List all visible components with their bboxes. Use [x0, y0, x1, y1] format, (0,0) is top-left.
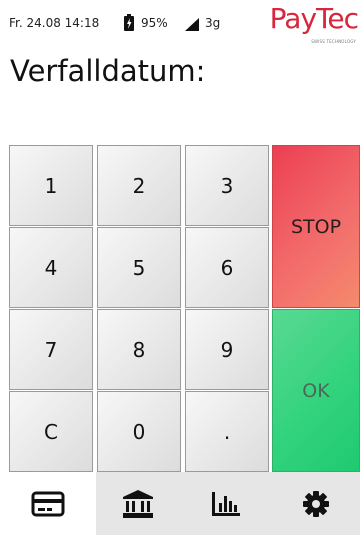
key-0[interactable]: 0 — [97, 391, 181, 472]
key-2[interactable]: 2 — [97, 145, 181, 226]
stop-button[interactable]: STOP — [272, 145, 360, 308]
logo-tagline: SWISS TECHNOLOGY — [311, 39, 356, 44]
key-3[interactable]: 3 — [185, 145, 269, 226]
key-6[interactable]: 6 — [185, 227, 269, 308]
tab-settings[interactable] — [272, 472, 360, 535]
key-8[interactable]: 8 — [97, 309, 181, 390]
page-title: Verfalldatum: — [10, 54, 206, 88]
battery-charging-icon — [124, 14, 134, 31]
key-9[interactable]: 9 — [185, 309, 269, 390]
key-4[interactable]: 4 — [9, 227, 93, 308]
signal-icon — [185, 16, 199, 31]
battery-level: 95% — [141, 16, 168, 30]
key-clear[interactable]: C — [9, 391, 93, 472]
key-1[interactable]: 1 — [9, 145, 93, 226]
bottom-tab-bar — [0, 472, 360, 535]
bank-icon — [122, 489, 154, 519]
ok-button[interactable]: OK — [272, 309, 360, 472]
logo-wordmark: PayTec — [269, 2, 359, 35]
card-icon — [31, 491, 65, 517]
key-7[interactable]: 7 — [9, 309, 93, 390]
tab-payment[interactable] — [0, 472, 96, 535]
status-datetime: Fr. 24.08 14:18 — [9, 16, 100, 30]
tab-reports[interactable] — [180, 472, 272, 535]
paytec-logo: PayTec SWISS TECHNOLOGY — [264, 2, 360, 46]
gear-icon — [302, 490, 330, 518]
key-5[interactable]: 5 — [97, 227, 181, 308]
key-decimal[interactable]: . — [185, 391, 269, 472]
network-type: 3g — [205, 16, 221, 30]
bar-chart-icon — [211, 491, 241, 517]
tab-bank[interactable] — [96, 472, 180, 535]
